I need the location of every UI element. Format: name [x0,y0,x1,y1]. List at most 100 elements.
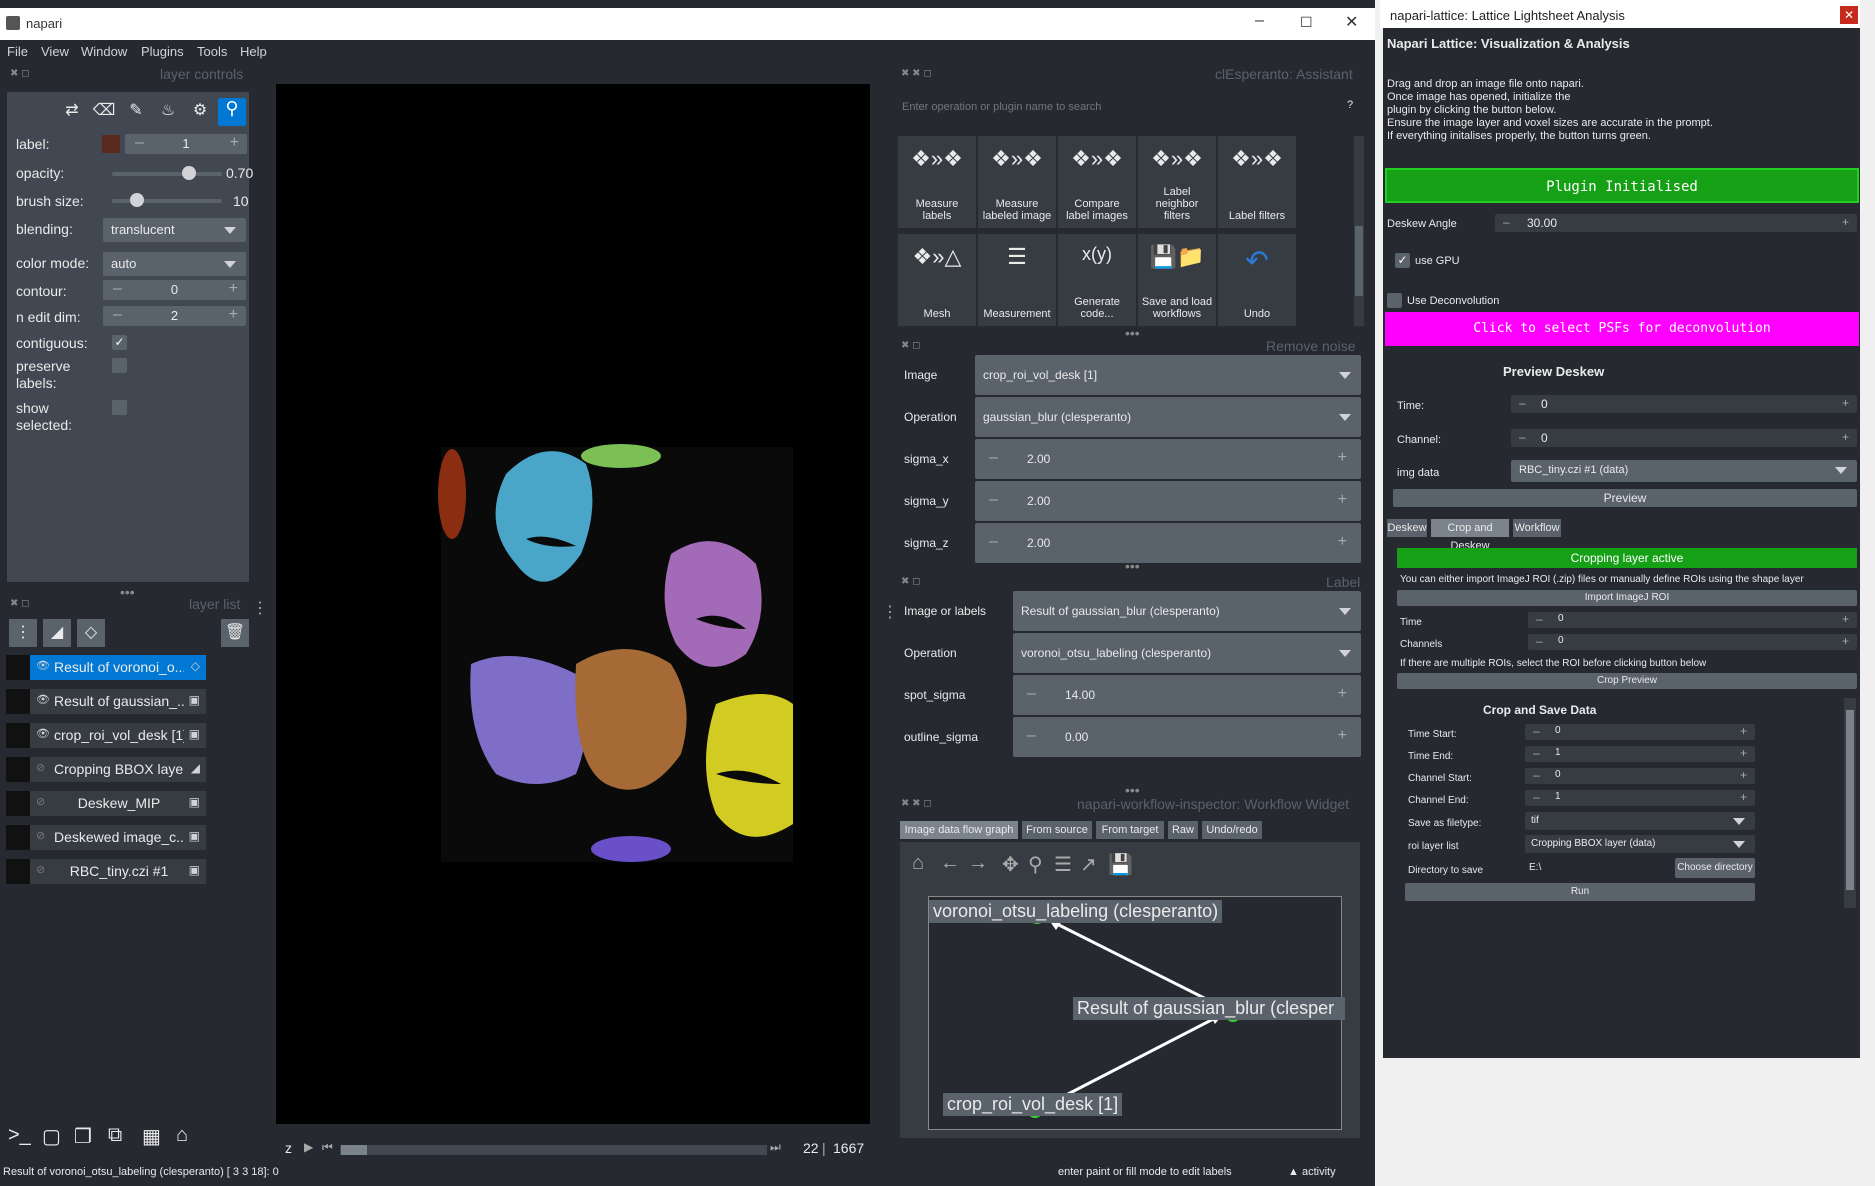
preserve-labels-checkbox[interactable] [112,358,127,373]
configure-icon[interactable]: ☰ [1054,852,1072,877]
transpose-icon[interactable]: ⧉ [108,1124,122,1147]
eye-closed-icon[interactable]: ⊘ [36,863,45,876]
layer-item[interactable]: ⊘ Deskew_MIP ▣ [6,791,206,816]
roll-dims-icon[interactable]: ❐ [74,1124,92,1149]
minimize-icon[interactable]: – [1255,12,1264,30]
eye-icon[interactable]: 👁 [36,659,50,672]
img-data-select[interactable]: RBC_tiny.czi #1 (data) [1511,460,1857,482]
color-mode-select[interactable]: auto [103,252,246,276]
fill-bucket-icon[interactable]: ♨ [156,100,180,124]
graph-node-gaussian[interactable]: Result of gaussian_blur (clesper [1073,997,1345,1020]
channel-end-spinbox[interactable]: – 1 + [1525,790,1755,806]
slider-value[interactable]: 22 [803,1140,819,1156]
filetype-select[interactable]: tif [1525,812,1755,830]
time-spinbox[interactable]: – 0 + [1511,395,1857,413]
erase-icon[interactable]: ⌫ [92,100,116,124]
choose-directory-button[interactable]: Choose directory [1675,858,1755,878]
preview-button[interactable]: Preview [1393,489,1857,507]
new-labels-layer-icon[interactable]: ◇ [77,619,105,647]
select-psf-button[interactable]: Click to select PSFs for deconvolution [1385,312,1859,346]
time-start-spinbox[interactable]: – 0 + [1525,724,1755,740]
roi-layer-select[interactable]: Cropping BBOX layer (data) [1525,835,1755,853]
new-shapes-layer-icon[interactable]: ◢ [43,619,71,647]
crop-channels-spinbox[interactable]: – 0 + [1528,634,1857,650]
n-edit-dim-spinbox[interactable]: – 2 + [103,306,246,326]
more-options-icon[interactable]: ⋮ [882,602,898,622]
outline-sigma-spinbox[interactable]: – 0.00 + [1013,717,1361,757]
delete-layer-icon[interactable]: 🗑 [221,619,249,647]
layer-item[interactable]: ⊘ Cropping BBOX layer ◢ [6,757,206,782]
play-icon[interactable]: ▶ [304,1140,313,1154]
forward-arrow-icon[interactable]: → [968,852,988,875]
eye-icon[interactable]: 👁 [36,727,50,740]
assistant-search-input[interactable] [900,96,1342,118]
contiguous-checkbox[interactable]: ✓ [112,335,127,350]
sigma-z-spinbox[interactable]: – 2.00 + [975,523,1361,563]
pan-icon[interactable]: ✥ [1002,852,1019,877]
color-picker-icon[interactable]: ⚙ [188,100,212,124]
shuffle-icon[interactable]: ⇄ [60,100,84,124]
dock-float-icon[interactable]: ✖ ◻ [10,598,29,609]
dock-float-icon[interactable]: ✖ ◻ [10,68,29,79]
use-deconvolution-checkbox[interactable] [1387,293,1402,308]
dock-float-icon[interactable]: ✖ ◻ [901,340,920,351]
z-slider[interactable] [340,1145,767,1155]
chart-icon[interactable]: ↗ [1080,852,1097,877]
tab-crop-and-deskew[interactable]: Crop and Deskew [1431,519,1509,552]
import-imagej-roi-button[interactable]: Import ImageJ ROI [1397,590,1857,606]
menu-help[interactable]: Help [240,44,267,59]
z-slider-handle[interactable] [341,1145,367,1155]
graph-node-crop[interactable]: crop_roi_vol_desk [1] [943,1093,1123,1116]
plugin-initialised-button[interactable]: Plugin Initialised [1385,168,1859,203]
scrollbar-thumb[interactable] [1846,710,1854,890]
tab-from-target[interactable]: From target [1096,821,1164,839]
layer-item[interactable]: ⊘ RBC_tiny.czi #1 ▣ [6,859,206,884]
menu-plugins[interactable]: Plugins [141,44,184,59]
ndisplay-icon[interactable]: ▢ [42,1124,61,1149]
zoom-pan-icon[interactable]: ⚲ [218,98,246,126]
tile-mesh[interactable]: ❖»△ Mesh [898,234,976,326]
menu-window[interactable]: Window [81,44,127,59]
brush-size-handle[interactable] [130,193,144,207]
help-icon[interactable]: ? [1347,99,1353,111]
dock-close-icon[interactable]: ✖ ✖ ◻ [901,68,932,79]
opacity-slider[interactable] [112,166,222,180]
layer-list-more-icon[interactable]: ⋮ [252,598,268,618]
tab-image-data-flow-graph[interactable]: Image data flow graph [900,821,1018,839]
home-icon[interactable]: ⌂ [912,852,924,875]
label-spinbox[interactable]: – 1 + [125,134,247,154]
splitter-handle[interactable]: ••• [1125,558,1140,574]
menu-view[interactable]: View [41,44,69,59]
tile-measure-labeled-image[interactable]: ❖»❖ Measure labeled image [978,136,1056,228]
zoom-icon[interactable]: ⚲ [1028,852,1043,877]
rn-operation-select[interactable]: gaussian_blur (clesperanto) [975,397,1361,437]
step-forward-icon[interactable]: ⏭ [770,1140,781,1155]
assistant-scrollbar[interactable] [1354,136,1364,326]
home-icon[interactable]: ⌂ [176,1124,188,1147]
step-back-icon[interactable]: ⏮ [322,1140,333,1155]
tile-measure-labels[interactable]: ❖»❖ Measure labels [898,136,976,228]
dock-float-icon[interactable]: ✖ ◻ [901,576,920,587]
lattice-scrollbar[interactable] [1844,698,1856,908]
splitter-handle[interactable]: ••• [1125,325,1140,341]
blending-select[interactable]: translucent [103,218,246,242]
tile-generate-code[interactable]: x(y) Generate code... [1058,234,1136,326]
tab-raw[interactable]: Raw [1168,821,1198,839]
sigma-x-spinbox[interactable]: – 2.00 + [975,439,1361,479]
contour-spinbox[interactable]: – 0 + [103,280,246,300]
show-selected-checkbox[interactable] [112,400,127,415]
new-points-layer-icon[interactable]: ⋮ [9,619,37,647]
paint-brush-icon[interactable]: ✎ [124,100,148,124]
run-button[interactable]: Run [1405,883,1755,901]
use-gpu-checkbox[interactable]: ✓ [1395,253,1410,268]
tab-deskew[interactable]: Deskew [1387,519,1427,537]
channel-spinbox[interactable]: – 0 + [1511,429,1857,447]
viewer-canvas[interactable] [276,84,870,1124]
brush-size-slider[interactable] [112,193,222,207]
menu-tools[interactable]: Tools [197,44,227,59]
close-icon[interactable]: ✕ [1840,6,1858,24]
rn-image-select[interactable]: crop_roi_vol_desk [1] [975,355,1361,395]
time-end-spinbox[interactable]: – 1 + [1525,746,1755,762]
crop-preview-button[interactable]: Crop Preview [1397,673,1857,689]
deskew-angle-spinbox[interactable]: – 30.00 + [1495,214,1857,232]
